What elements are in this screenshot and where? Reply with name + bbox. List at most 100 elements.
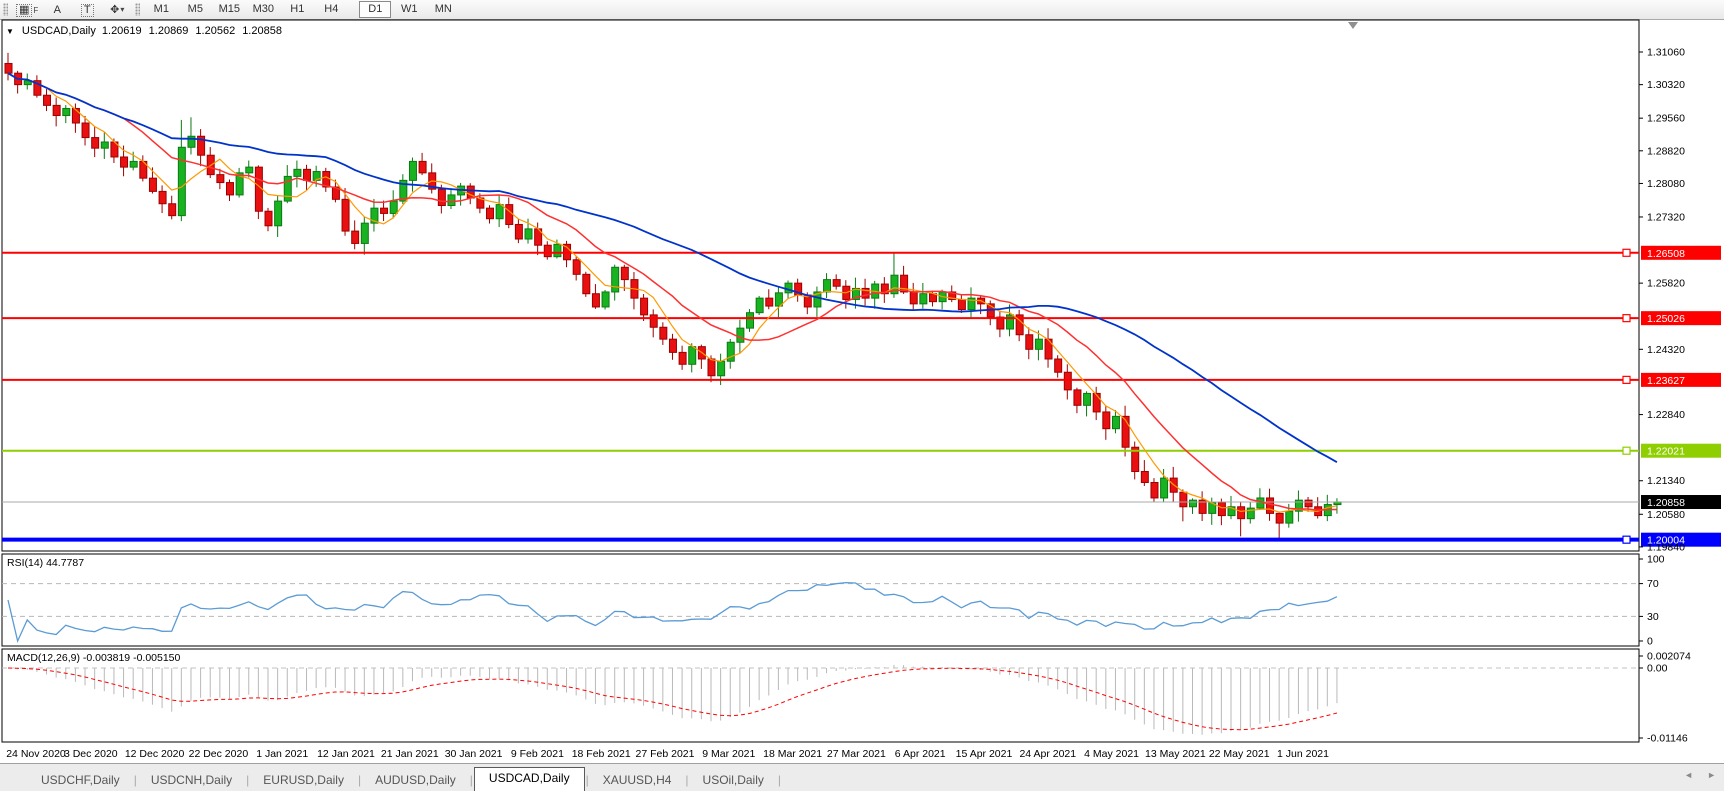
candle-body[interactable]: [717, 360, 726, 377]
candle-body[interactable]: [1054, 358, 1063, 373]
candle-body[interactable]: [168, 203, 177, 217]
tab-scroll-left-icon[interactable]: ◄: [1684, 770, 1693, 780]
candle-body[interactable]: [225, 182, 234, 196]
candle-body[interactable]: [4, 62, 13, 74]
candle-body[interactable]: [100, 141, 109, 149]
candle-body[interactable]: [447, 194, 456, 207]
candle-body[interactable]: [823, 279, 832, 293]
candle-body[interactable]: [543, 244, 552, 258]
candle-body[interactable]: [1092, 392, 1101, 413]
chart-menu-icon[interactable]: ▼: [6, 27, 14, 36]
candle-body[interactable]: [1150, 482, 1159, 499]
candle-body[interactable]: [1179, 491, 1188, 508]
text-box-t-icon[interactable]: T: [73, 2, 101, 18]
candle-body[interactable]: [553, 243, 562, 258]
candle-body[interactable]: [755, 297, 764, 314]
tab-usdcad-daily[interactable]: USDCAD,Daily: [473, 767, 585, 791]
candle-body[interactable]: [707, 358, 716, 377]
hline-handle[interactable]: [1622, 314, 1631, 323]
candle-body[interactable]: [274, 200, 283, 227]
tab-scroll-right-icon[interactable]: ►: [1707, 770, 1716, 780]
candle-body[interactable]: [668, 338, 677, 353]
candle-body[interactable]: [1188, 499, 1197, 508]
candle-body[interactable]: [360, 222, 369, 244]
tab-usdchf-daily[interactable]: USDCHF,Daily: [28, 770, 133, 791]
candle-body[interactable]: [659, 326, 668, 340]
candle-body[interactable]: [601, 291, 610, 308]
chart-canvas[interactable]: 1.265081.250261.236271.220211.200041.208…: [0, 19, 1724, 762]
candle-body[interactable]: [1102, 411, 1111, 430]
candle-body[interactable]: [389, 200, 398, 214]
candle-body[interactable]: [688, 346, 697, 365]
candle-body[interactable]: [264, 210, 273, 227]
candle-body[interactable]: [640, 297, 649, 316]
candle-body[interactable]: [1140, 470, 1149, 484]
candle-body[interactable]: [765, 297, 774, 307]
timeframe-button-H1[interactable]: H1: [281, 1, 313, 18]
candle-body[interactable]: [148, 177, 157, 192]
main-chart-panel[interactable]: [1, 19, 1640, 552]
candle-body[interactable]: [62, 107, 71, 117]
candle-body[interactable]: [1111, 415, 1120, 430]
candle-body[interactable]: [832, 279, 841, 287]
tab-eurusd-daily[interactable]: EURUSD,Daily: [250, 770, 357, 791]
toolbar-grip[interactable]: [135, 3, 141, 16]
candle-body[interactable]: [293, 168, 302, 177]
timeframe-button-M30[interactable]: M30: [247, 1, 279, 18]
candle-body[interactable]: [591, 293, 600, 308]
candle-body[interactable]: [572, 259, 581, 275]
candle-body[interactable]: [254, 166, 263, 212]
candle-body[interactable]: [437, 188, 446, 207]
tab-xauusd-h4[interactable]: XAUUSD,H4: [590, 770, 685, 791]
candle-body[interactable]: [1237, 506, 1246, 520]
timeframe-button-M5[interactable]: M5: [179, 1, 211, 18]
hline-handle[interactable]: [1622, 535, 1631, 544]
candle-body[interactable]: [1275, 512, 1284, 524]
candle-body[interactable]: [514, 223, 523, 240]
hline-handle[interactable]: [1622, 375, 1631, 384]
candle-body[interactable]: [1034, 338, 1043, 350]
candle-body[interactable]: [486, 207, 494, 220]
candle-body[interactable]: [495, 204, 504, 220]
candle-body[interactable]: [303, 168, 312, 181]
candle-body[interactable]: [1063, 371, 1072, 391]
candle-body[interactable]: [245, 166, 254, 174]
candle-body[interactable]: [81, 122, 90, 139]
candle-body[interactable]: [620, 266, 629, 281]
toolbar-grip[interactable]: [3, 3, 8, 16]
candle-body[interactable]: [678, 351, 687, 365]
candle-body[interactable]: [129, 160, 138, 168]
timeframe-button-W1[interactable]: W1: [393, 1, 425, 18]
tab-usoil-daily[interactable]: USOil,Daily: [690, 770, 777, 791]
timeframe-button-D1[interactable]: D1: [359, 1, 392, 18]
candle-body[interactable]: [957, 298, 966, 311]
candle-body[interactable]: [611, 266, 620, 293]
candle-body[interactable]: [1304, 499, 1313, 508]
candle-body[interactable]: [582, 273, 591, 295]
candle-body[interactable]: [784, 282, 793, 294]
snap-grid-f-icon[interactable]: ▦ F: [13, 2, 41, 18]
candle-body[interactable]: [909, 291, 918, 305]
timeframe-button-MN[interactable]: MN: [427, 1, 459, 18]
timeframe-button-M15[interactable]: M15: [213, 1, 245, 18]
candle-body[interactable]: [380, 207, 389, 214]
hline-handle[interactable]: [1622, 446, 1631, 455]
candle-body[interactable]: [351, 230, 360, 244]
candle-body[interactable]: [1266, 497, 1275, 514]
candle-body[interactable]: [1217, 501, 1226, 517]
candle-body[interactable]: [177, 146, 186, 217]
tab-audusd-daily[interactable]: AUDUSD,Daily: [362, 770, 469, 791]
hline-handle[interactable]: [1622, 248, 1631, 257]
candle-body[interactable]: [1160, 477, 1169, 499]
candle-body[interactable]: [43, 94, 52, 106]
timeframe-button-H4[interactable]: H4: [315, 1, 347, 18]
draw-objects-icon[interactable]: ✥ ▾: [103, 1, 131, 17]
candle-body[interactable]: [736, 327, 745, 343]
candle-body[interactable]: [418, 160, 427, 174]
macd-panel[interactable]: [1, 648, 1640, 743]
candle-body[interactable]: [408, 160, 417, 181]
timeframe-button-M1[interactable]: M1: [145, 1, 177, 18]
candle-body[interactable]: [52, 104, 61, 117]
candle-body[interactable]: [1073, 389, 1082, 406]
candle-body[interactable]: [341, 198, 350, 232]
